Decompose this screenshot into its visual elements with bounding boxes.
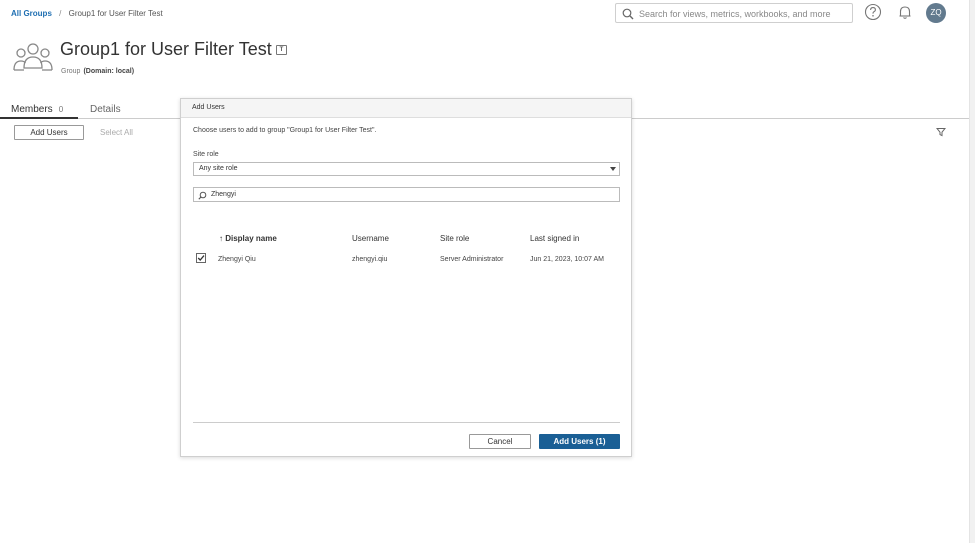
- page-title: Group1 for User Filter Test: [60, 39, 272, 59]
- group-type-label: Group: [61, 68, 81, 75]
- tab-members[interactable]: Members 0: [11, 104, 63, 115]
- members-count: 0: [58, 105, 64, 114]
- page-scrollbar[interactable]: [969, 0, 975, 543]
- breadcrumb-separator: /: [59, 9, 62, 18]
- cell-last-signed-in: Jun 21, 2023, 10:07 AM: [530, 256, 604, 263]
- dialog-footer-divider: [193, 422, 620, 423]
- group-domain: (Domain: local): [83, 68, 135, 75]
- group-icon: [13, 43, 53, 71]
- column-header-username[interactable]: Username: [352, 234, 389, 243]
- cell-username: zhengyi.qiu: [352, 256, 388, 263]
- dialog-title: Add Users: [192, 104, 225, 111]
- user-filter-value: Zhengyi: [211, 191, 236, 198]
- tag-icon[interactable]: T: [276, 45, 287, 55]
- confirm-add-users-button[interactable]: Add Users (1): [539, 434, 620, 449]
- breadcrumb-all-groups-link[interactable]: All Groups: [11, 9, 52, 18]
- cell-display-name: Zhengyi Qiu: [218, 256, 256, 263]
- site-role-value: Any site role: [199, 165, 238, 172]
- active-tab-indicator: [0, 117, 78, 119]
- user-avatar[interactable]: ZQ: [926, 3, 946, 23]
- notifications-bell-icon[interactable]: [896, 3, 914, 21]
- breadcrumb: All Groups / Group1 for User Filter Test: [11, 9, 163, 18]
- tab-details[interactable]: Details: [90, 104, 121, 115]
- filter-icon[interactable]: [936, 127, 946, 137]
- column-header-site-role[interactable]: Site role: [440, 234, 469, 243]
- help-icon[interactable]: [864, 3, 882, 21]
- site-role-select[interactable]: Any site role: [193, 162, 620, 176]
- search-input[interactable]: Search for views, metrics, workbooks, an…: [615, 3, 853, 23]
- group-meta: Group (Domain: local): [61, 68, 134, 75]
- search-placeholder: Search for views, metrics, workbooks, an…: [639, 9, 831, 19]
- dialog-header: Add Users: [181, 99, 631, 118]
- cell-site-role: Server Administrator: [440, 256, 504, 263]
- add-users-button[interactable]: Add Users: [14, 125, 84, 140]
- tab-members-label: Members: [11, 104, 53, 115]
- column-header-last-signed-in[interactable]: Last signed in: [530, 234, 579, 243]
- column-header-display-name[interactable]: ↑ Display name: [219, 234, 277, 243]
- dialog-description: Choose users to add to group "Group1 for…: [193, 127, 377, 134]
- search-icon: [198, 191, 207, 200]
- breadcrumb-current: Group1 for User Filter Test: [68, 9, 163, 18]
- row-checkbox[interactable]: [196, 253, 206, 263]
- select-all-button[interactable]: Select All: [100, 128, 133, 137]
- chevron-down-icon: [610, 167, 616, 171]
- site-role-label: Site role: [193, 151, 219, 158]
- user-filter-input[interactable]: Zhengyi: [193, 187, 620, 202]
- add-users-dialog: Add Users Choose users to add to group "…: [180, 98, 632, 457]
- search-icon: [622, 8, 634, 20]
- checkmark-icon: [197, 255, 205, 261]
- cancel-button[interactable]: Cancel: [469, 434, 531, 449]
